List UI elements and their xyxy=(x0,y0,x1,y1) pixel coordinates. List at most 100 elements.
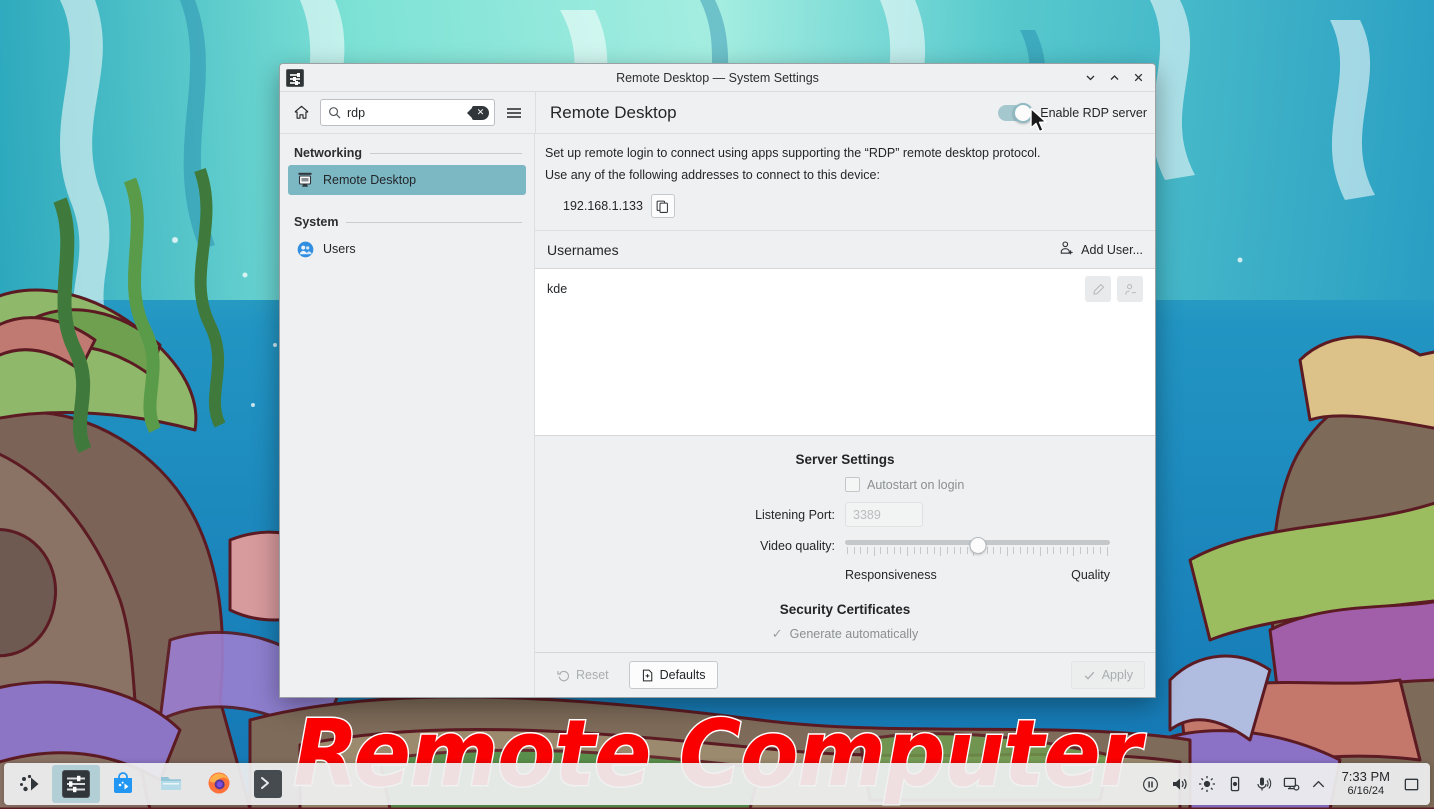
system-settings-icon xyxy=(286,68,304,87)
dialog-footer: Reset Defaults Apply xyxy=(535,652,1155,697)
video-quality-slider[interactable] xyxy=(845,537,1110,556)
search-value: rdp xyxy=(347,105,366,120)
enable-rdp-server-toggle[interactable] xyxy=(998,102,1034,123)
defaults-label: Defaults xyxy=(659,668,706,682)
generate-automatically-label: Generate automatically xyxy=(789,627,919,641)
reset-label: Reset xyxy=(576,668,609,682)
toggle-knob xyxy=(1013,102,1034,123)
sidebar-category-networking: Networking xyxy=(288,142,526,162)
autostart-row: Autostart on login xyxy=(535,477,1155,492)
system-settings-icon xyxy=(62,770,90,798)
clear-text-icon[interactable]: ✕ xyxy=(467,105,489,120)
video-quality-field[interactable] xyxy=(845,537,1155,556)
maximize-button[interactable] xyxy=(1103,67,1125,89)
toolbar-right: Remote Desktop Enable RDP server xyxy=(535,92,1155,133)
sidebar-item-label: Users xyxy=(323,242,356,256)
window-controls xyxy=(1079,67,1155,89)
software-center-icon xyxy=(110,770,138,798)
toolbar-left: rdp ✕ xyxy=(280,92,535,133)
slider-left-label: Responsiveness xyxy=(845,568,937,582)
video-quality-row: Video quality: xyxy=(535,537,1155,556)
pencil-icon[interactable] xyxy=(1085,276,1111,302)
taskbar-item-firefox[interactable] xyxy=(196,765,244,803)
enable-rdp-server-label: Enable RDP server xyxy=(1040,105,1147,120)
description-line-1: Set up remote login to connect using app… xyxy=(545,146,1041,160)
window-body: Networking Remote Desktop System Users S… xyxy=(280,134,1155,697)
description-line-2: Use any of the following addresses to co… xyxy=(545,168,880,182)
listening-port-input[interactable]: 3389 xyxy=(845,502,923,527)
security-certificates-title: Security Certificates xyxy=(779,602,911,617)
ip-address-value: 192.168.1.133 xyxy=(563,199,643,213)
slider-handle[interactable] xyxy=(969,537,986,554)
reset-button[interactable]: Reset xyxy=(545,661,621,689)
sidebar-category-label: Networking xyxy=(294,146,363,160)
speaker-icon[interactable] xyxy=(1166,769,1192,799)
close-button[interactable] xyxy=(1127,67,1149,89)
apply-button[interactable]: Apply xyxy=(1070,661,1145,689)
sidebar-item-remote-desktop[interactable]: Remote Desktop xyxy=(288,165,526,195)
remote-desktop-icon xyxy=(296,171,314,189)
users-icon xyxy=(296,240,314,258)
add-user-button[interactable]: Add User... xyxy=(1059,240,1143,259)
terminal-icon xyxy=(254,770,282,798)
autostart-field[interactable]: Autostart on login xyxy=(845,477,1155,492)
sidebar-item-label: Remote Desktop xyxy=(323,173,417,187)
settings-sidebar: Networking Remote Desktop System Users xyxy=(280,134,535,697)
listening-port-label: Listening Port: xyxy=(755,507,835,522)
slider-right-label: Quality xyxy=(1071,568,1110,582)
slider-end-labels: Responsiveness Quality xyxy=(845,564,1155,582)
clock-date: 6/16/24 xyxy=(1347,785,1385,798)
usernames-list: kde xyxy=(535,269,1155,435)
generate-automatically-row[interactable]: ✓ Generate automatically xyxy=(535,626,1155,642)
row-actions xyxy=(1085,276,1143,302)
divider xyxy=(346,221,522,223)
listening-port-field[interactable]: 3389 xyxy=(845,502,1155,527)
address-row: 192.168.1.133 xyxy=(545,194,1145,218)
taskbar-item-discover[interactable] xyxy=(100,765,148,803)
taskbar-item-system-settings[interactable] xyxy=(52,765,100,803)
taskbar: 7:33 PM 6/16/24 xyxy=(4,763,1430,805)
network-display-icon[interactable] xyxy=(1278,769,1304,799)
video-quality-label: Video quality: xyxy=(760,538,835,553)
username-value: kde xyxy=(547,282,568,296)
show-desktop-icon[interactable] xyxy=(1400,769,1422,799)
server-settings-title: Server Settings xyxy=(795,452,895,467)
apply-label: Apply xyxy=(1101,668,1133,682)
taskbar-item-konsole[interactable] xyxy=(244,765,292,803)
file-manager-icon xyxy=(158,770,186,798)
minimize-button[interactable] xyxy=(1079,67,1101,89)
window-title: Remote Desktop — System Settings xyxy=(616,70,819,85)
table-row[interactable]: kde xyxy=(535,269,1155,309)
pause-icon[interactable] xyxy=(1138,769,1164,799)
check-icon: ✓ xyxy=(771,626,783,641)
chevron-up-icon[interactable] xyxy=(1306,769,1332,799)
listening-port-row: Listening Port: 3389 xyxy=(535,502,1155,527)
search-icon xyxy=(328,106,341,119)
firefox-icon xyxy=(206,770,234,798)
usernames-title: Usernames xyxy=(547,241,619,258)
home-icon[interactable] xyxy=(288,100,314,126)
sidebar-item-users[interactable]: Users xyxy=(288,234,526,264)
autostart-label: Autostart on login xyxy=(867,477,965,492)
taskbar-item-dolphin[interactable] xyxy=(148,765,196,803)
search-input[interactable]: rdp ✕ xyxy=(320,99,495,126)
copy-icon[interactable] xyxy=(650,194,675,218)
window-titlebar[interactable]: Remote Desktop — System Settings xyxy=(280,64,1155,92)
enable-rdp-toggle-group[interactable]: Enable RDP server xyxy=(998,102,1147,123)
usernames-header: Usernames Add User... xyxy=(535,231,1155,269)
kde-application-launcher-icon[interactable] xyxy=(8,765,52,803)
sun-icon[interactable] xyxy=(1194,769,1220,799)
clock[interactable]: 7:33 PM 6/16/24 xyxy=(1334,769,1398,798)
clock-time: 7:33 PM xyxy=(1341,769,1390,785)
microphone-icon[interactable] xyxy=(1250,769,1276,799)
slider-end-labels-row: Responsiveness Quality xyxy=(535,564,1155,582)
system-settings-window: Remote Desktop — System Settings rdp ✕ R… xyxy=(279,63,1156,698)
remove-user-icon[interactable] xyxy=(1117,276,1143,302)
divider xyxy=(370,152,522,154)
add-user-icon xyxy=(1059,240,1075,259)
autostart-checkbox[interactable] xyxy=(845,477,860,492)
sidebar-category-system: System xyxy=(288,211,526,231)
defaults-button[interactable]: Defaults xyxy=(628,661,718,689)
hamburger-menu-icon[interactable] xyxy=(501,100,527,126)
battery-icon[interactable] xyxy=(1222,769,1248,799)
